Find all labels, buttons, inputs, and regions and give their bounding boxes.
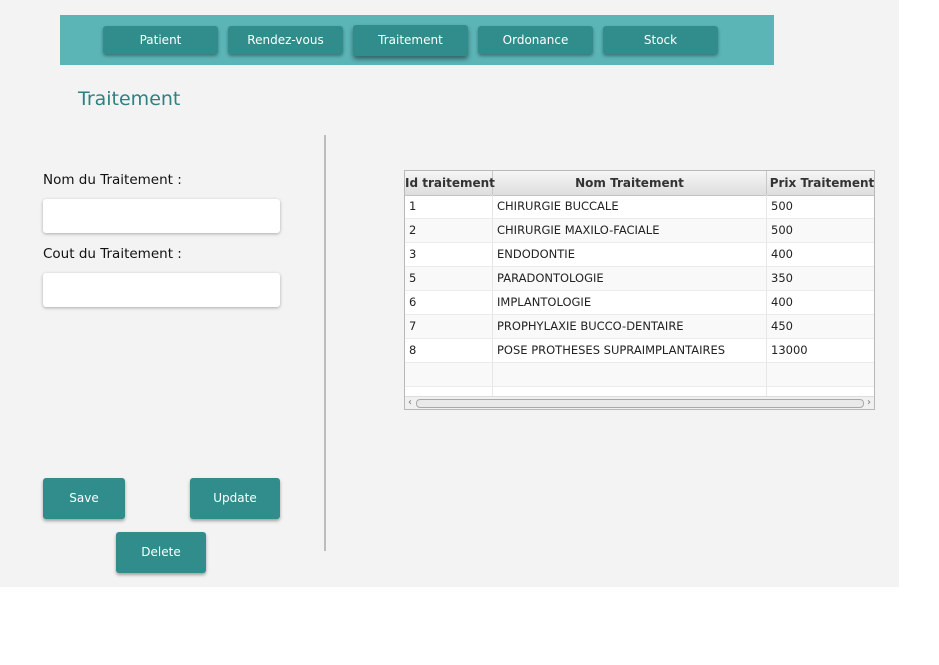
treatment-cost-field-wrapper bbox=[43, 273, 280, 307]
cell-id: 5 bbox=[405, 267, 493, 290]
treatment-name-input[interactable] bbox=[43, 199, 280, 233]
treatment-cost-input[interactable] bbox=[43, 273, 280, 307]
cell-id: 6 bbox=[405, 291, 493, 314]
table-row[interactable]: 7 PROPHYLAXIE BUCCO-DENTAIRE 450 bbox=[405, 315, 874, 339]
cell-id bbox=[405, 363, 493, 386]
cell-price: 450 bbox=[771, 319, 793, 333]
cell-name: ENDODONTIE bbox=[493, 243, 767, 266]
cell-id: 7 bbox=[405, 315, 493, 338]
cell-id: 8 bbox=[405, 339, 493, 362]
cell-price: 400 bbox=[771, 247, 793, 261]
table-row-empty bbox=[405, 363, 874, 387]
delete-button[interactable]: Delete bbox=[116, 532, 206, 573]
nav-tab-ordonance[interactable]: Ordonance bbox=[478, 26, 593, 54]
cell-name: CHIRURGIE BUCCALE bbox=[493, 195, 767, 218]
scrollbar-thumb[interactable] bbox=[416, 399, 864, 408]
cell-name: CHIRURGIE MAXILO-FACIALE bbox=[493, 219, 767, 242]
treatment-cost-label: Cout du Traitement : bbox=[43, 246, 182, 262]
save-button[interactable]: Save bbox=[43, 478, 125, 519]
table-row[interactable]: 5 PARADONTOLOGIE 350 bbox=[405, 267, 874, 291]
table-row[interactable]: 1 CHIRURGIE BUCCALE 500 bbox=[405, 195, 874, 219]
table-header: Id traitement Nom Traitement Prix Traite… bbox=[405, 171, 874, 196]
cell-id: 1 bbox=[405, 195, 493, 218]
cell-price: 350 bbox=[771, 271, 793, 285]
cell-price: 13000 bbox=[771, 343, 808, 357]
treatment-name-label: Nom du Traitement : bbox=[43, 172, 182, 188]
cell-name: PARADONTOLOGIE bbox=[493, 267, 767, 290]
column-header-price[interactable]: Prix Traitement bbox=[767, 171, 874, 195]
cell-price: 500 bbox=[771, 199, 793, 213]
nav-tab-traitement[interactable]: Traitement bbox=[353, 25, 468, 56]
treatments-table[interactable]: Id traitement Nom Traitement Prix Traite… bbox=[404, 170, 875, 410]
nav-tab-stock[interactable]: Stock bbox=[603, 26, 718, 54]
table-row[interactable]: 3 ENDODONTIE 400 bbox=[405, 243, 874, 267]
cell-price: 400 bbox=[771, 295, 793, 309]
table-body: 1 CHIRURGIE BUCCALE 500 2 CHIRURGIE MAXI… bbox=[405, 195, 874, 398]
column-header-name[interactable]: Nom Traitement bbox=[493, 171, 767, 195]
cell-name: IMPLANTOLOGIE bbox=[493, 291, 767, 314]
table-row[interactable]: 8 POSE PROTHESES SUPRAIMPLANTAIRES 13000 bbox=[405, 339, 874, 363]
page-title: Traitement bbox=[78, 88, 181, 110]
chevron-right-icon[interactable]: › bbox=[864, 397, 874, 409]
app-panel: Patient Rendez-vous Traitement Ordonance… bbox=[0, 0, 899, 587]
top-nav-bar: Patient Rendez-vous Traitement Ordonance… bbox=[60, 15, 774, 65]
table-row[interactable]: 2 CHIRURGIE MAXILO-FACIALE 500 bbox=[405, 219, 874, 243]
cell-name: POSE PROTHESES SUPRAIMPLANTAIRES bbox=[493, 339, 767, 362]
panel-divider bbox=[324, 135, 326, 551]
nav-tab-patient[interactable]: Patient bbox=[103, 26, 218, 54]
cell-name: PROPHYLAXIE BUCCO-DENTAIRE bbox=[493, 315, 767, 338]
chevron-left-icon[interactable]: ‹ bbox=[405, 397, 415, 409]
nav-tab-rendez-vous[interactable]: Rendez-vous bbox=[228, 26, 343, 54]
column-header-id[interactable]: Id traitement bbox=[405, 171, 495, 195]
treatment-name-field-wrapper bbox=[43, 199, 280, 233]
cell-price: 500 bbox=[771, 223, 793, 237]
update-button[interactable]: Update bbox=[190, 478, 280, 519]
horizontal-scrollbar[interactable]: ‹ › bbox=[405, 396, 874, 409]
cell-price bbox=[767, 363, 874, 386]
cell-name bbox=[493, 363, 767, 386]
cell-id: 3 bbox=[405, 243, 493, 266]
cell-id: 2 bbox=[405, 219, 493, 242]
table-row[interactable]: 6 IMPLANTOLOGIE 400 bbox=[405, 291, 874, 315]
